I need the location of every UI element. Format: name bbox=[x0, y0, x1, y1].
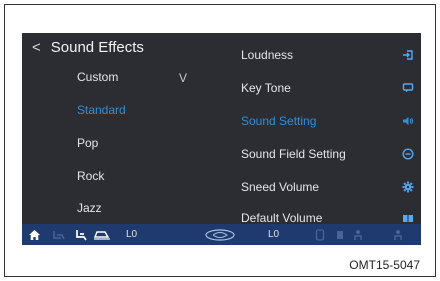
menu-item-label: Loudness bbox=[241, 48, 294, 62]
sound-item-pop[interactable]: Pop bbox=[77, 136, 98, 150]
infotainment-screen: < Sound Effects Custom V Standard Pop Ro… bbox=[22, 33, 421, 245]
sound-item-jazz[interactable]: Jazz bbox=[77, 201, 102, 215]
circle-target-icon bbox=[397, 148, 419, 160]
sound-item-rock[interactable]: Rock bbox=[77, 169, 104, 183]
car-airflow-icon[interactable] bbox=[93, 224, 111, 245]
menu-item-sneed-volume[interactable]: Sneed Volume bbox=[241, 177, 419, 197]
figure-code: OMT15-5047 bbox=[349, 258, 420, 272]
gear-icon bbox=[397, 181, 419, 193]
seat-heat-icon[interactable] bbox=[74, 224, 88, 245]
person-right-icon[interactable] bbox=[393, 224, 403, 245]
menu-item-sound-setting[interactable]: Sound Setting bbox=[241, 111, 419, 131]
exit-arrow-icon bbox=[397, 49, 419, 61]
home-icon[interactable] bbox=[28, 224, 41, 245]
menu-item-label: Sneed Volume bbox=[241, 180, 320, 194]
right-level-label: L0 bbox=[268, 229, 280, 240]
menu-item-label: Sound Field Setting bbox=[241, 147, 346, 161]
menu-item-label: Sound Setting bbox=[241, 114, 317, 128]
person-icon[interactable] bbox=[353, 224, 363, 245]
sound-item-standard[interactable]: Standard bbox=[77, 103, 126, 117]
left-level-label: L0 bbox=[126, 229, 138, 240]
fan-icon[interactable] bbox=[204, 224, 236, 245]
speaker-icon bbox=[397, 115, 419, 127]
menu-item-label: Key Tone bbox=[241, 81, 291, 95]
bottom-status-bar: L0 L0 bbox=[22, 224, 421, 245]
page-title: Sound Effects bbox=[50, 39, 144, 56]
sound-item-custom[interactable]: Custom bbox=[77, 70, 118, 84]
menu-item-key-tone[interactable]: Key Tone bbox=[241, 78, 419, 98]
rear-defrost-icon[interactable] bbox=[315, 224, 325, 245]
menu-item-loudness[interactable]: Loudness bbox=[241, 45, 419, 65]
seat-right-icon[interactable] bbox=[335, 224, 345, 245]
chevron-down-icon[interactable]: V bbox=[179, 71, 187, 85]
menu-item-label: Default Volume bbox=[241, 211, 323, 225]
seat-icon[interactable] bbox=[52, 224, 66, 245]
header: < Sound Effects bbox=[32, 39, 144, 56]
speech-bubble-icon bbox=[397, 82, 419, 94]
book-icon bbox=[397, 212, 419, 224]
back-button[interactable]: < bbox=[32, 39, 41, 56]
menu-item-sound-field-setting[interactable]: Sound Field Setting bbox=[241, 144, 419, 164]
